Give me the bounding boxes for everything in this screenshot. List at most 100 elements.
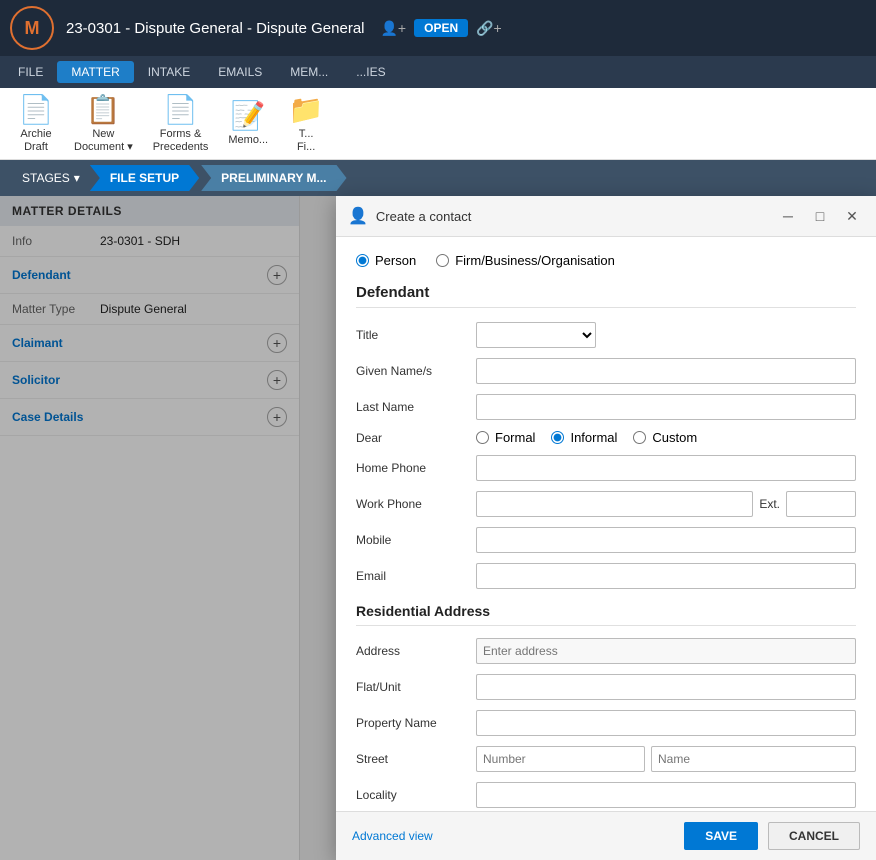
given-name-input[interactable] [476, 358, 856, 384]
title-label: Title [356, 328, 476, 342]
firm-radio-option[interactable]: Firm/Business/Organisation [436, 253, 615, 268]
given-name-row: Given Name/s [356, 358, 856, 384]
firm-radio[interactable] [436, 254, 449, 267]
street-number-input[interactable] [476, 746, 645, 772]
save-button[interactable]: SAVE [684, 822, 758, 850]
last-name-input[interactable] [476, 394, 856, 420]
new-document-button[interactable]: 📋 NewDocument ▾ [64, 92, 143, 155]
address-input[interactable] [476, 638, 856, 664]
street-label: Street [356, 752, 476, 766]
link-icon: 🔗+ [476, 20, 502, 37]
forms-precedents-button[interactable]: 📄 Forms &Precedents [143, 92, 219, 155]
last-name-label: Last Name [356, 400, 476, 414]
nav-file[interactable]: FILE [4, 61, 57, 83]
person-radio-option[interactable]: Person [356, 253, 416, 268]
stages-bar: STAGES ▾ FILE SETUP PRELIMINARY M... [0, 160, 876, 196]
informal-label: Informal [570, 430, 617, 445]
archie-draft-label: ArchieDraft [20, 128, 51, 154]
email-row: Email [356, 563, 856, 589]
email-label: Email [356, 569, 476, 583]
informal-radio[interactable] [551, 431, 564, 444]
ext-label: Ext. [759, 497, 780, 511]
work-phone-label: Work Phone [356, 497, 476, 511]
memo-icon: 📝 [231, 99, 266, 132]
modal-close-button[interactable]: ✕ [840, 204, 864, 228]
flat-input[interactable] [476, 674, 856, 700]
street-inputs [476, 746, 856, 772]
formal-option[interactable]: Formal [476, 430, 535, 445]
archie-draft-button[interactable]: 📄 ArchieDraft [8, 92, 64, 155]
nav-matter[interactable]: MATTER [57, 61, 133, 83]
contact-icon: 👤 [348, 206, 368, 226]
person-icon: 👤+ [381, 20, 407, 37]
mobile-input[interactable] [476, 527, 856, 553]
formal-radio[interactable] [476, 431, 489, 444]
stages-dropdown[interactable]: STAGES ▾ [12, 167, 90, 189]
custom-radio[interactable] [633, 431, 646, 444]
ribbon-toolbar: 📄 ArchieDraft 📋 NewDocument ▾ 📄 Forms &P… [0, 88, 876, 160]
custom-label: Custom [652, 430, 697, 445]
property-input[interactable] [476, 710, 856, 736]
ribbon-nav: FILE MATTER INTAKE EMAILS MEM... ...IES [0, 56, 876, 88]
app-logo: M [10, 6, 54, 50]
modal-title: Create a contact [376, 209, 768, 224]
advanced-view-link[interactable]: Advanced view [352, 829, 433, 843]
work-phone-row: Work Phone Ext. [356, 491, 856, 517]
person-label: Person [375, 253, 416, 268]
email-input[interactable] [476, 563, 856, 589]
title-row: Title Mr Mrs Ms Dr [356, 322, 856, 348]
stage-file-setup[interactable]: FILE SETUP [90, 165, 199, 191]
modal-minimize-button[interactable]: ─ [776, 204, 800, 228]
mobile-label: Mobile [356, 533, 476, 547]
address-row: Address [356, 638, 856, 664]
nav-emails[interactable]: EMAILS [204, 61, 276, 83]
cancel-button[interactable]: CANCEL [768, 822, 860, 850]
new-document-label: NewDocument ▾ [74, 128, 133, 154]
address-section-title: Residential Address [356, 603, 856, 626]
custom-option[interactable]: Custom [633, 430, 697, 445]
file-icon: 📁 [289, 93, 324, 126]
contact-type-row: Person Firm/Business/Organisation [356, 253, 856, 268]
modal-titlebar: 👤 Create a contact ─ □ ✕ [336, 196, 876, 237]
app-title: 23-0301 - Dispute General - Dispute Gene… [66, 20, 365, 37]
home-phone-row: Home Phone [356, 455, 856, 481]
nav-ies[interactable]: ...IES [342, 61, 399, 83]
locality-input[interactable] [476, 782, 856, 808]
stages-chevron-icon: ▾ [74, 171, 80, 185]
modal-overlay: 👤 Create a contact ─ □ ✕ Person Firm/Bus… [0, 196, 876, 860]
memo-label: Memo... [228, 134, 268, 147]
nav-mem[interactable]: MEM... [276, 61, 342, 83]
person-radio[interactable] [356, 254, 369, 267]
street-name-input[interactable] [651, 746, 856, 772]
stage-preliminary[interactable]: PRELIMINARY M... [201, 165, 346, 191]
new-document-icon: 📋 [86, 93, 121, 126]
work-phone-with-ext: Ext. [476, 491, 856, 517]
open-badge: OPEN [414, 19, 468, 37]
dear-label: Dear [356, 431, 476, 445]
dear-row: Dear Formal Informal Custom [356, 430, 856, 445]
home-phone-input[interactable] [476, 455, 856, 481]
address-label: Address [356, 644, 476, 658]
title-select[interactable]: Mr Mrs Ms Dr [476, 322, 596, 348]
firm-label: Firm/Business/Organisation [455, 253, 615, 268]
memo-button[interactable]: 📝 Memo... [218, 92, 278, 155]
nav-intake[interactable]: INTAKE [134, 61, 204, 83]
property-label: Property Name [356, 716, 476, 730]
flat-label: Flat/Unit [356, 680, 476, 694]
stages-label: STAGES [22, 171, 70, 185]
locality-row: Locality [356, 782, 856, 808]
formal-label: Formal [495, 430, 535, 445]
work-phone-input[interactable] [476, 491, 753, 517]
ext-input[interactable] [786, 491, 856, 517]
modal-maximize-button[interactable]: □ [808, 204, 832, 228]
locality-label: Locality [356, 788, 476, 802]
modal-footer: Advanced view SAVE CANCEL [336, 811, 876, 860]
last-name-row: Last Name [356, 394, 856, 420]
forms-precedents-label: Forms &Precedents [153, 128, 209, 154]
home-phone-label: Home Phone [356, 461, 476, 475]
file-button[interactable]: 📁 T...Fi... [278, 92, 334, 155]
title-bar: M 23-0301 - Dispute General - Dispute Ge… [0, 0, 876, 56]
title-actions: 👤+ OPEN 🔗+ [381, 19, 502, 37]
informal-option[interactable]: Informal [551, 430, 617, 445]
mobile-row: Mobile [356, 527, 856, 553]
